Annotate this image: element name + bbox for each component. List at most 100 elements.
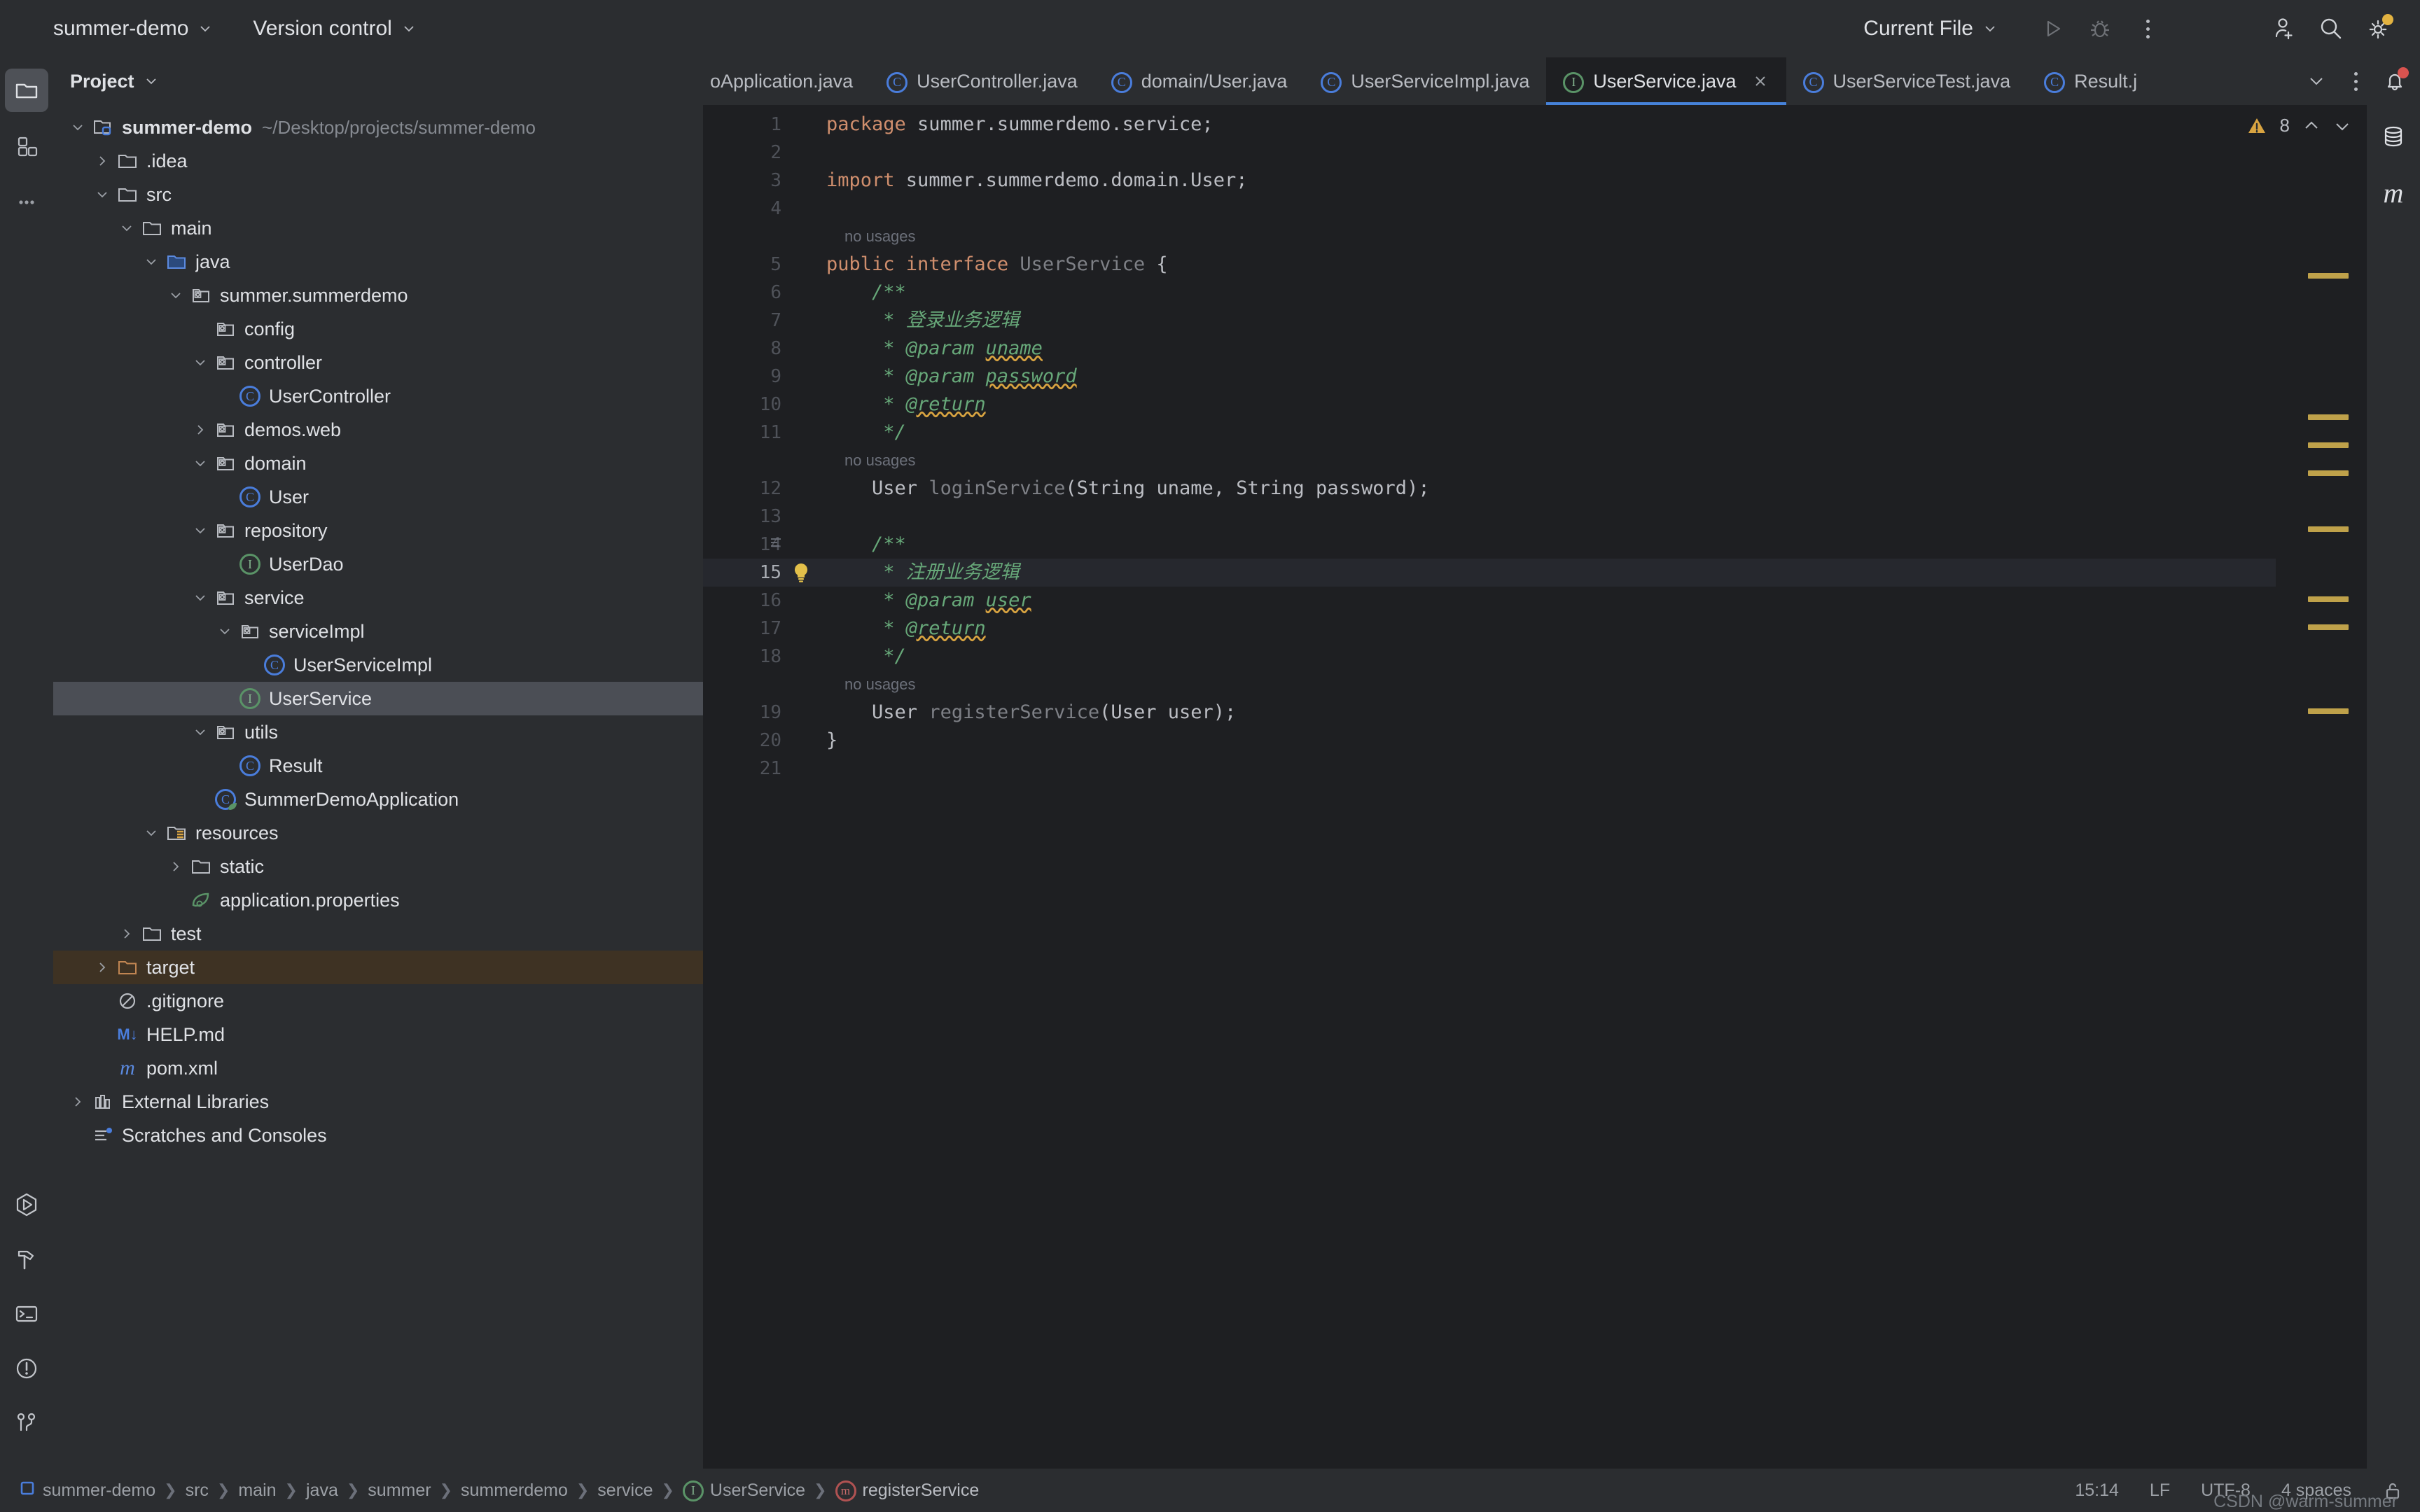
editor-tab[interactable]: I UserService.java — [1546, 57, 1786, 105]
code-line[interactable]: * @param password — [822, 363, 2276, 391]
project-panel-header[interactable]: Project — [53, 57, 703, 105]
close-icon[interactable] — [1751, 72, 1769, 90]
tree-row[interactable]: serviceImpl — [53, 615, 703, 648]
editor-tab[interactable]: C UserServiceTest.java — [1786, 57, 2028, 105]
sidebar-item-terminal[interactable] — [5, 1292, 48, 1336]
tree-row[interactable]: summer-demo ~/Desktop/projects/summer-dem… — [53, 111, 703, 144]
intention-bulb-column[interactable] — [781, 105, 822, 1469]
tree-expand-toggle[interactable] — [139, 826, 163, 840]
tree-row[interactable]: C UserController — [53, 379, 703, 413]
breadcrumb[interactable]: summer-demo ❯ src ❯ main ❯ java ❯ summer ❯ summerd… — [14, 1478, 983, 1504]
editor-gutter[interactable]: 1 2 3 4 5 6 7 8 9 10 11 12 13 14 15 16 17 18 19 20 21 — [703, 105, 781, 1469]
sidebar-item-problems[interactable] — [5, 1347, 48, 1390]
code-line[interactable]: * 注册业务逻辑 — [822, 559, 2276, 587]
sidebar-item-project[interactable] — [5, 69, 48, 112]
sidebar-item-git[interactable] — [5, 1401, 48, 1445]
tree-row[interactable]: I UserService — [53, 682, 703, 715]
tree-expand-toggle[interactable] — [66, 1095, 90, 1109]
fold-marker-icon[interactable] — [769, 531, 783, 559]
tree-row[interactable]: .gitignore — [53, 984, 703, 1018]
unlock-icon[interactable] — [2382, 1480, 2403, 1501]
tree-row[interactable]: demos.web — [53, 413, 703, 447]
code-line[interactable] — [822, 755, 2276, 783]
intention-bulb-icon[interactable] — [790, 561, 812, 587]
warning-stripe-marker[interactable] — [2308, 708, 2349, 714]
debug-button[interactable] — [2078, 7, 2122, 50]
sidebar-item-maven[interactable]: m — [2372, 171, 2415, 214]
settings-button[interactable] — [2357, 7, 2400, 50]
tree-row[interactable]: main — [53, 211, 703, 245]
editor-tab[interactable]: Cdomain/User.java — [1094, 57, 1305, 105]
version-control-menu[interactable]: Version control — [242, 13, 426, 45]
code-line[interactable]: User registerService(User user); — [822, 699, 2276, 727]
editor-tab[interactable]: oApplication.java — [703, 57, 870, 105]
code-line[interactable]: */ — [822, 643, 2276, 671]
editor-tab[interactable]: C UserController.java — [870, 57, 1094, 105]
tree-row[interactable]: java — [53, 245, 703, 279]
breadcrumb-item[interactable]: m registerService — [831, 1478, 984, 1503]
tree-row[interactable]: target — [53, 951, 703, 984]
warning-stripe-marker[interactable] — [2308, 470, 2349, 476]
tree-row[interactable]: summer.summerdemo — [53, 279, 703, 312]
tree-expand-toggle[interactable] — [188, 524, 212, 538]
tree-row[interactable]: service — [53, 581, 703, 615]
chevron-up-icon[interactable] — [2302, 117, 2321, 135]
code-line[interactable]: */ — [822, 419, 2276, 447]
sidebar-item-run[interactable] — [5, 1183, 48, 1226]
warning-stripe-marker[interactable] — [2308, 624, 2349, 630]
error-stripe-bar[interactable]: 8 — [2248, 105, 2367, 1469]
sidebar-item-structure[interactable] — [5, 125, 48, 168]
code-line[interactable]: /** — [822, 531, 2276, 559]
tree-row[interactable]: M↓ HELP.md — [53, 1018, 703, 1051]
tree-row[interactable]: C User — [53, 480, 703, 514]
tree-row[interactable]: C UserServiceImpl — [53, 648, 703, 682]
editor-tab[interactable]: C Result.j — [2027, 57, 2154, 105]
tree-expand-toggle[interactable] — [139, 255, 163, 269]
breadcrumb-item[interactable]: src — [181, 1479, 213, 1502]
tree-row[interactable]: .idea — [53, 144, 703, 178]
tree-expand-toggle[interactable] — [213, 624, 237, 638]
tree-row[interactable]: domain — [53, 447, 703, 480]
code-line[interactable]: /** — [822, 279, 2276, 307]
code-line[interactable]: * @return — [822, 615, 2276, 643]
tree-row[interactable]: Scratches and Consoles — [53, 1119, 703, 1152]
breadcrumb-item[interactable]: java — [302, 1479, 342, 1502]
line-separator[interactable]: LF — [2150, 1480, 2170, 1501]
tree-expand-toggle[interactable] — [188, 356, 212, 370]
tree-row[interactable]: test — [53, 917, 703, 951]
file-encoding[interactable]: UTF-8 — [2201, 1480, 2251, 1501]
indent-setting[interactable]: 4 spaces — [2281, 1480, 2351, 1501]
code-line[interactable]: public interface UserService { — [822, 251, 2276, 279]
editor-tabs[interactable]: oApplication.java C UserController.java Cdo… — [703, 57, 2420, 105]
warning-stripe-marker[interactable] — [2308, 526, 2349, 532]
sidebar-item-build[interactable] — [5, 1238, 48, 1281]
editor-tab[interactable]: C UserServiceImpl.java — [1304, 57, 1546, 105]
inspection-widget[interactable]: 8 — [2246, 115, 2351, 136]
breadcrumb-item[interactable]: summer — [363, 1479, 435, 1502]
tree-row[interactable]: resources — [53, 816, 703, 850]
tree-row[interactable]: I UserDao — [53, 547, 703, 581]
tree-expand-toggle[interactable] — [115, 221, 139, 235]
run-button[interactable] — [2031, 7, 2074, 50]
notifications-button[interactable] — [2377, 63, 2413, 99]
warning-stripe-marker[interactable] — [2308, 273, 2349, 279]
tree-row[interactable]: src — [53, 178, 703, 211]
code-line[interactable] — [822, 195, 2276, 223]
tree-expand-toggle[interactable] — [188, 591, 212, 605]
project-menu[interactable]: summer-demo — [42, 13, 223, 45]
tree-row[interactable]: application.properties — [53, 883, 703, 917]
tree-expand-toggle[interactable] — [164, 860, 188, 874]
tree-expand-toggle[interactable] — [188, 456, 212, 470]
warning-stripe-marker[interactable] — [2308, 596, 2349, 602]
breadcrumb-item[interactable]: main — [234, 1479, 280, 1502]
tree-row[interactable]: static — [53, 850, 703, 883]
tree-expand-toggle[interactable] — [90, 960, 114, 974]
warning-stripe-marker[interactable] — [2308, 442, 2349, 448]
sidebar-item-database[interactable] — [2372, 115, 2415, 158]
tree-expand-toggle[interactable] — [164, 288, 188, 302]
chevron-down-icon[interactable] — [2333, 117, 2351, 135]
code-line[interactable]: * @param uname — [822, 335, 2276, 363]
tree-row[interactable]: controller — [53, 346, 703, 379]
tree-row[interactable]: repository — [53, 514, 703, 547]
breadcrumb-item[interactable]: summer-demo — [14, 1478, 160, 1504]
